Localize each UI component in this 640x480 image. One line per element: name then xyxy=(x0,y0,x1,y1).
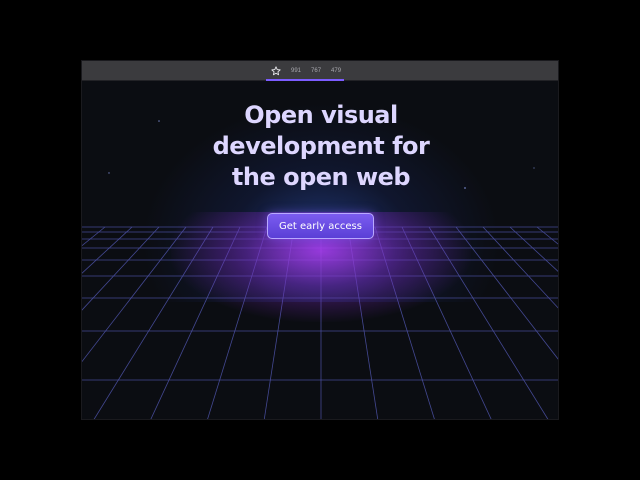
hero-heading: Open visual development for the open web xyxy=(82,100,558,193)
canvas-resize-handle[interactable] xyxy=(82,419,106,420)
hero-heading-line-1: Open visual xyxy=(244,101,398,129)
hero-section: Open visual development for the open web… xyxy=(82,82,558,420)
breakpoint-991[interactable]: 991 xyxy=(286,61,306,81)
breakpoint-toolbar: 991 767 479 xyxy=(82,61,558,81)
screen: 991 767 479 Open visual development for … xyxy=(0,0,640,480)
breakpoint-switcher: 991 767 479 xyxy=(266,61,346,81)
active-breakpoint-indicator xyxy=(266,79,344,81)
hero-heading-line-2: development for xyxy=(212,132,430,160)
base-breakpoint-button[interactable] xyxy=(266,61,344,81)
designer-canvas-window: 991 767 479 Open visual development for … xyxy=(81,60,559,420)
get-early-access-button[interactable]: Get early access xyxy=(267,213,374,239)
star-icon xyxy=(271,66,281,76)
breakpoint-767[interactable]: 767 xyxy=(306,61,326,81)
breakpoint-479[interactable]: 479 xyxy=(326,61,346,81)
hero-heading-line-3: the open web xyxy=(231,163,411,191)
